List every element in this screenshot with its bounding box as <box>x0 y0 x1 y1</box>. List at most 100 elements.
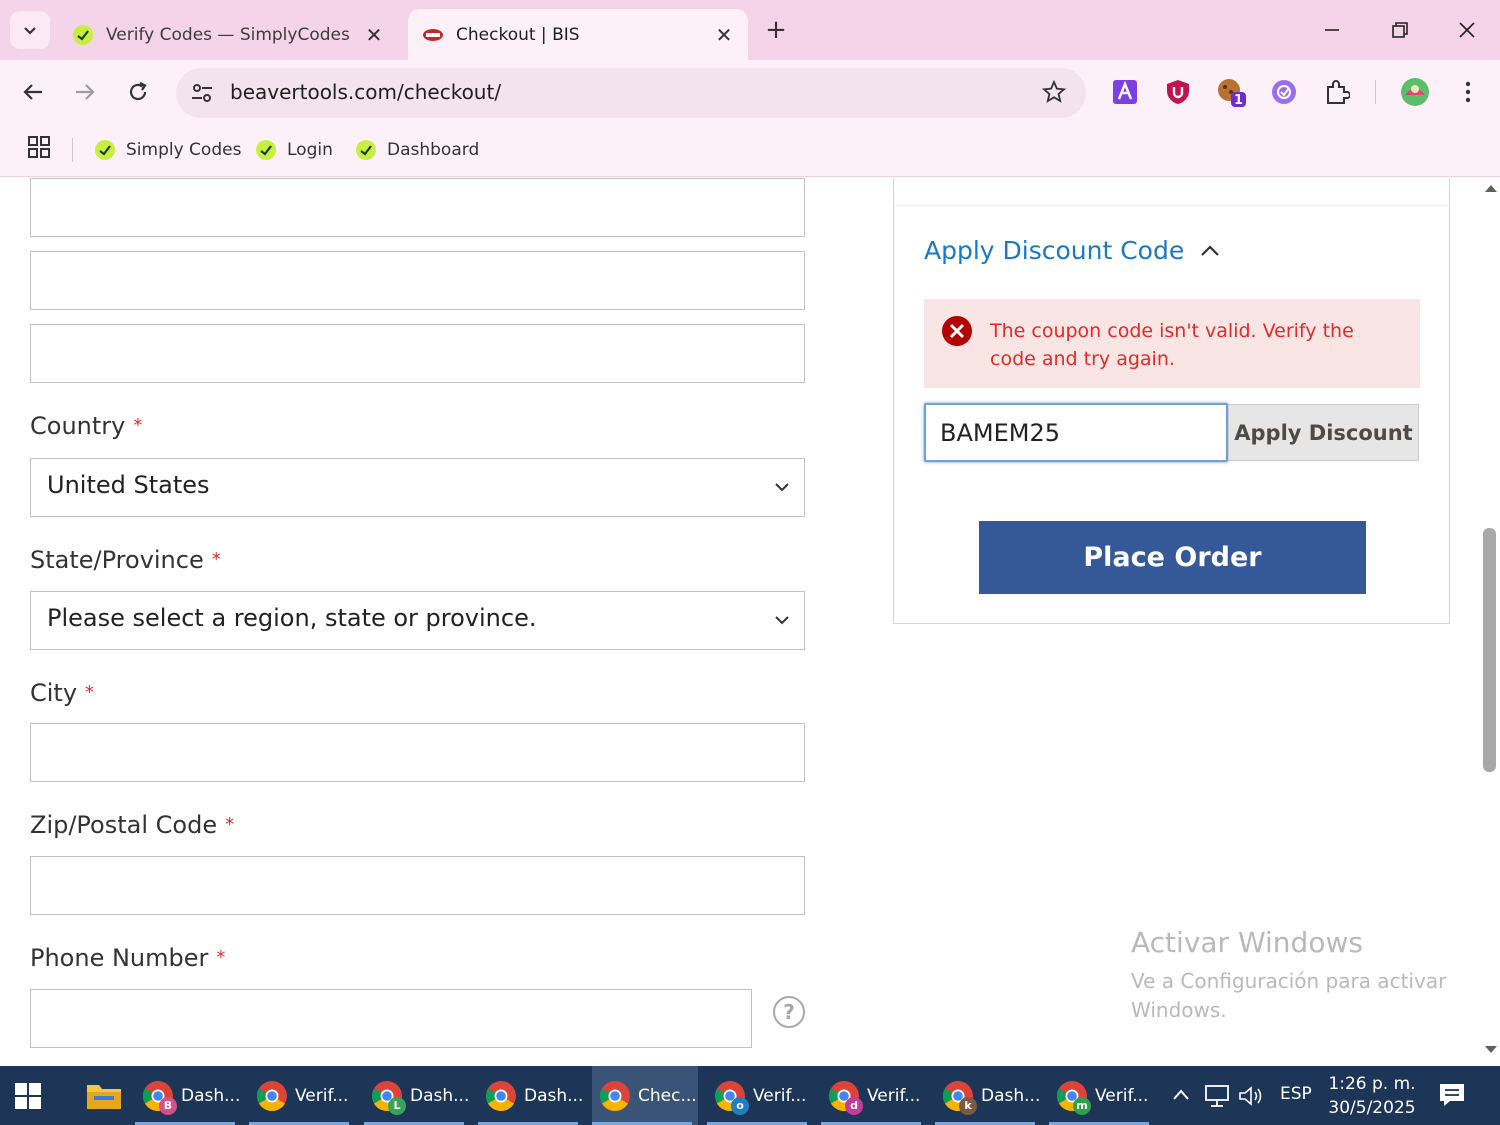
state-selected-value: Please select a region, state or provinc… <box>47 604 537 632</box>
new-tab-button[interactable]: + <box>760 14 792 46</box>
profile-button[interactable] <box>1400 77 1430 107</box>
bookmark-simply-codes[interactable]: Simply Codes <box>94 134 241 166</box>
tab-close-icon[interactable]: ✕ <box>364 23 384 47</box>
divider <box>894 205 1449 206</box>
volume-icon[interactable] <box>1238 1085 1264 1107</box>
system-clock[interactable]: 1:26 p. m. 30/5/2025 <box>1322 1072 1422 1120</box>
simplycodes-favicon-icon <box>256 140 276 160</box>
taskbar-chrome-window-2[interactable]: L Dash... <box>364 1066 470 1125</box>
taskbar-item-label: Dash... <box>181 1085 241 1106</box>
help-icon[interactable]: ? <box>773 996 805 1028</box>
phone-label: Phone Number * <box>30 944 226 972</box>
country-select[interactable]: United States <box>30 458 805 517</box>
minimize-button[interactable] <box>1312 14 1352 46</box>
chevron-up-icon <box>1201 244 1220 256</box>
browser-menu-button[interactable] <box>1453 77 1483 107</box>
minimize-icon <box>1325 29 1339 31</box>
street-address-line-3-input[interactable] <box>30 324 805 383</box>
back-button[interactable] <box>15 74 51 110</box>
place-order-button[interactable]: Place Order <box>979 521 1366 594</box>
file-explorer-icon[interactable] <box>86 1080 122 1110</box>
zip-input[interactable] <box>30 856 805 915</box>
scroll-up-arrow-icon[interactable] <box>1484 183 1498 193</box>
chevron-down-icon <box>775 483 789 492</box>
site-info-icon[interactable] <box>190 81 214 105</box>
chevron-up-icon[interactable] <box>1172 1088 1190 1102</box>
bookmark-dashboard[interactable]: Dashboard <box>355 134 479 166</box>
city-input[interactable] <box>30 723 805 782</box>
avatar-icon <box>1401 78 1429 106</box>
tab-close-icon[interactable]: ✕ <box>714 23 734 47</box>
taskbar-item-label: Verif... <box>867 1085 921 1106</box>
bookmark-login[interactable]: Login <box>255 134 333 166</box>
tab-checkout[interactable]: Checkout | BIS ✕ <box>408 9 748 60</box>
taskbar-chrome-window-6[interactable]: d Verif... <box>821 1066 927 1125</box>
language-indicator[interactable]: ESP <box>1280 1084 1312 1104</box>
taskbar-chrome-window-7[interactable]: k Dash... <box>935 1066 1041 1125</box>
apps-grid-icon[interactable] <box>28 136 50 158</box>
network-icon[interactable] <box>1204 1084 1230 1108</box>
taskbar-item-label: Verif... <box>1095 1085 1149 1106</box>
extensions-menu-button[interactable] <box>1322 77 1352 107</box>
watermark-title: Activar Windows <box>1131 926 1363 959</box>
cookie-extension-button[interactable]: 1 <box>1216 77 1246 107</box>
puzzle-icon <box>1327 80 1350 104</box>
taskbar-chrome-window-3[interactable]: Dash... <box>478 1066 584 1125</box>
bookmark-label: Dashboard <box>387 140 480 160</box>
extension-a-button[interactable] <box>1110 77 1140 107</box>
discount-code-input[interactable]: BAMEM25 <box>924 403 1228 462</box>
country-label: Country * <box>30 412 143 440</box>
tab-search-button[interactable] <box>10 11 50 49</box>
clock-date: 30/5/2025 <box>1328 1098 1416 1118</box>
street-address-line-2-input[interactable] <box>30 251 805 310</box>
taskbar-chrome-window-4[interactable]: Chec... <box>592 1066 698 1125</box>
chrome-icon: B <box>141 1079 177 1115</box>
apply-discount-toggle[interactable]: Apply Discount Code <box>924 236 1220 265</box>
notification-center-icon[interactable] <box>1438 1082 1466 1108</box>
profile-badge: B <box>159 1096 177 1115</box>
bookmark-label: Simply Codes <box>126 140 242 160</box>
chrome-icon <box>598 1079 632 1113</box>
page-scrollbar[interactable] <box>1482 178 1500 1066</box>
taskbar-chrome-window-0[interactable]: B Dash... <box>135 1066 241 1125</box>
profile-badge: m <box>1073 1096 1091 1115</box>
bookmarks-bar: Simply Codes Login Dashboard <box>0 124 1500 177</box>
chrome-icon <box>255 1079 289 1113</box>
tab-title: Checkout | BIS <box>456 24 580 45</box>
forward-button[interactable] <box>67 74 103 110</box>
bookmarks-divider <box>72 138 73 162</box>
reload-button[interactable] <box>120 74 156 110</box>
address-bar[interactable]: beavertools.com/checkout/ <box>176 68 1086 118</box>
apply-discount-button[interactable]: Apply Discount <box>1228 404 1419 461</box>
letter-a-extension-icon <box>1113 80 1137 104</box>
scroll-down-arrow-icon[interactable] <box>1484 1045 1498 1055</box>
street-address-line-1-input[interactable] <box>30 178 805 237</box>
taskbar-item-label: Dash... <box>981 1085 1041 1106</box>
close-window-button[interactable] <box>1447 14 1487 46</box>
close-icon <box>1459 22 1475 38</box>
restore-button[interactable] <box>1380 14 1420 46</box>
taskbar-chrome-window-1[interactable]: Verif... <box>249 1066 355 1125</box>
bookmark-star-icon[interactable] <box>1042 80 1066 104</box>
bookmark-label: Login <box>287 140 333 160</box>
phone-input[interactable] <box>30 989 752 1048</box>
windows-start-icon[interactable] <box>14 1082 42 1110</box>
state-select[interactable]: Please select a region, state or provinc… <box>30 591 805 650</box>
country-selected-value: United States <box>47 471 210 499</box>
watermark-subtitle: Ve a Configuración para activar Windows. <box>1131 969 1447 1022</box>
chrome-icon <box>484 1079 518 1113</box>
chrome-icon: o <box>713 1079 749 1115</box>
chrome-icon: d <box>827 1079 863 1115</box>
tab-verify-codes[interactable]: Verify Codes — SimplyCodes ✕ <box>58 9 398 60</box>
extension-badge-count: 1 <box>1234 93 1243 107</box>
city-label: City * <box>30 679 95 707</box>
simplycodes-favicon-icon <box>95 140 115 160</box>
profile-badge: d <box>845 1096 863 1115</box>
purple-extension-button[interactable] <box>1269 77 1299 107</box>
taskbar-chrome-window-8[interactable]: m Verif... <box>1049 1066 1155 1125</box>
ublock-button[interactable] <box>1163 77 1193 107</box>
profile-badge: L <box>388 1096 406 1115</box>
taskbar-chrome-window-5[interactable]: o Verif... <box>707 1066 813 1125</box>
scrollbar-thumb[interactable] <box>1483 528 1496 772</box>
profile-badge: o <box>731 1096 749 1115</box>
